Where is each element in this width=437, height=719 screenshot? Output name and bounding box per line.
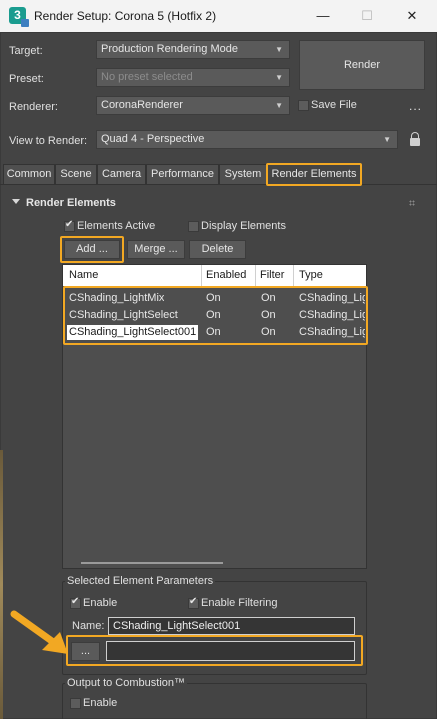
- preset-value: No preset selected: [101, 71, 193, 83]
- column-name[interactable]: Name: [69, 269, 98, 281]
- combustion-enable-checkbox[interactable]: [70, 698, 81, 709]
- rollout-grip-icon[interactable]: [409, 200, 415, 206]
- chevron-down-icon: ▼: [383, 135, 391, 144]
- enable-label: Enable: [83, 597, 118, 609]
- output-path-field[interactable]: [106, 641, 355, 661]
- tab-performance[interactable]: Performance: [146, 164, 219, 185]
- row-filter: On: [261, 292, 276, 304]
- elements-active-checkbox[interactable]: [64, 219, 75, 232]
- row-type: CShading_Lig...: [299, 326, 365, 338]
- close-button[interactable]: ✕: [397, 5, 427, 27]
- window-title: Render Setup: Corona 5 (Hotfix 2): [34, 9, 217, 23]
- annotation-arrow-icon: [10, 610, 68, 654]
- target-dropdown[interactable]: Production Rendering Mode ▼: [96, 40, 290, 59]
- browse-path-button[interactable]: ...: [71, 642, 100, 661]
- column-separator: [293, 265, 294, 286]
- list-row[interactable]: CShading_LightMix On On CShading_Lig...: [63, 290, 366, 307]
- row-enabled: On: [206, 326, 221, 338]
- maximize-button[interactable]: ☐: [352, 5, 382, 27]
- lock-icon[interactable]: [410, 132, 420, 146]
- render-elements-list[interactable]: Name Enabled Filter Type CShading_LightM…: [62, 264, 367, 569]
- combustion-enable-label: Enable: [83, 697, 118, 709]
- row-name: CShading_LightMix: [69, 292, 165, 304]
- chevron-down-icon: ▼: [275, 101, 283, 110]
- tab-scene[interactable]: Scene: [55, 164, 97, 185]
- preset-label: Preset:: [9, 73, 44, 85]
- renderer-dropdown[interactable]: CoronaRenderer ▼: [96, 96, 290, 115]
- column-filter[interactable]: Filter: [260, 269, 284, 281]
- column-separator: [201, 265, 202, 286]
- list-row-selected[interactable]: CShading_LightSelect001 On On CShading_L…: [63, 324, 366, 341]
- target-value: Production Rendering Mode: [101, 43, 238, 55]
- elements-active-label: Elements Active: [77, 220, 156, 232]
- collapse-triangle-icon: [12, 199, 20, 204]
- delete-button[interactable]: Delete: [189, 240, 246, 259]
- render-elements-rollout-header[interactable]: Render Elements: [4, 194, 425, 212]
- tab-camera[interactable]: Camera: [97, 164, 146, 185]
- title-bar: 3 Render Setup: Corona 5 (Hotfix 2) — ☐ …: [0, 0, 437, 32]
- name-label: Name:: [72, 620, 105, 632]
- list-row[interactable]: CShading_LightSelect On On CShading_Lig.…: [63, 307, 366, 324]
- target-label: Target:: [9, 45, 43, 57]
- row-name: CShading_LightSelect: [69, 309, 178, 321]
- merge-button[interactable]: Merge ...: [127, 240, 185, 259]
- tab-common[interactable]: Common: [3, 164, 55, 185]
- preset-dropdown[interactable]: No preset selected ▼: [96, 68, 290, 87]
- add-button[interactable]: Add ...: [64, 240, 120, 259]
- view-to-render-label: View to Render:: [9, 135, 88, 147]
- app-3dsmax-icon: 3: [9, 7, 29, 27]
- enable-filtering-label: Enable Filtering: [201, 597, 278, 609]
- column-type[interactable]: Type: [299, 269, 323, 281]
- tab-render-elements[interactable]: Render Elements: [267, 164, 361, 185]
- rollout-title: Render Elements: [26, 197, 116, 209]
- row-filter: On: [261, 326, 276, 338]
- minimize-button[interactable]: —: [308, 5, 338, 27]
- view-value: Quad 4 - Perspective: [101, 133, 205, 145]
- enable-checkbox[interactable]: [70, 596, 81, 609]
- row-enabled: On: [206, 309, 221, 321]
- save-file-label: Save File: [311, 99, 357, 111]
- horizontal-scrollbar[interactable]: [81, 562, 223, 564]
- chevron-down-icon: ▼: [275, 45, 283, 54]
- list-header: Name Enabled Filter Type: [63, 265, 366, 286]
- view-to-render-dropdown[interactable]: Quad 4 - Perspective ▼: [96, 130, 398, 149]
- render-button[interactable]: Render: [299, 40, 425, 90]
- column-separator: [255, 265, 256, 286]
- row-type: CShading_Lig...: [299, 309, 365, 321]
- row-enabled: On: [206, 292, 221, 304]
- display-elements-checkbox[interactable]: [188, 221, 199, 232]
- tab-system[interactable]: System: [219, 164, 267, 185]
- element-name-field[interactable]: CShading_LightSelect001: [108, 617, 355, 635]
- enable-filtering-checkbox[interactable]: [188, 596, 199, 609]
- save-file-browse-button[interactable]: ...: [409, 99, 422, 113]
- renderer-value: CoronaRenderer: [101, 99, 183, 111]
- column-enabled[interactable]: Enabled: [206, 269, 246, 281]
- display-elements-label: Display Elements: [201, 220, 286, 232]
- app-icon-text: 3: [14, 8, 21, 22]
- row-name: CShading_LightSelect001: [67, 325, 199, 340]
- renderer-label: Renderer:: [9, 101, 58, 113]
- row-filter: On: [261, 309, 276, 321]
- background-window-edge: [0, 450, 3, 719]
- output-to-combustion-title: Output to Combustion™: [65, 677, 188, 689]
- save-file-checkbox[interactable]: [298, 100, 309, 111]
- row-type: CShading_Lig...: [299, 292, 365, 304]
- chevron-down-icon: ▼: [275, 73, 283, 82]
- selected-element-parameters-title: Selected Element Parameters: [65, 575, 216, 587]
